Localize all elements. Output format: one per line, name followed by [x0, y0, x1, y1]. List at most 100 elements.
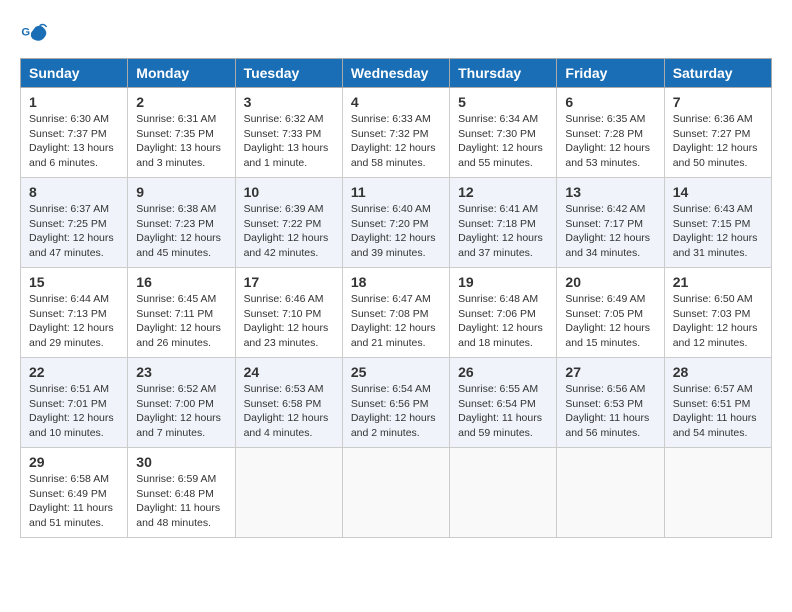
day-info: Sunrise: 6:52 AMSunset: 7:00 PMDaylight:… — [136, 382, 226, 441]
calendar-cell: 21 Sunrise: 6:50 AMSunset: 7:03 PMDayligh… — [664, 268, 771, 358]
calendar-cell: 15 Sunrise: 6:44 AMSunset: 7:13 PMDayligh… — [21, 268, 128, 358]
logo: G — [20, 20, 52, 48]
calendar-cell: 20Sunrise: 6:49 AMSunset: 7:05 PMDayligh… — [557, 268, 664, 358]
day-number: 16 — [136, 274, 226, 290]
calendar-cell: 24 Sunrise: 6:53 AMSunset: 6:58 PMDayligh… — [235, 358, 342, 448]
day-info: Sunrise: 6:31 AMSunset: 7:35 PMDaylight:… — [136, 112, 226, 171]
calendar-cell: 18Sunrise: 6:47 AMSunset: 7:08 PMDayligh… — [342, 268, 449, 358]
calendar-cell: 9 Sunrise: 6:38 AMSunset: 7:23 PMDaylight… — [128, 178, 235, 268]
calendar-cell: 14Sunrise: 6:43 AMSunset: 7:15 PMDayligh… — [664, 178, 771, 268]
col-header-tuesday: Tuesday — [235, 59, 342, 88]
calendar-cell: 10 Sunrise: 6:39 AMSunset: 7:22 PMDayligh… — [235, 178, 342, 268]
day-info: Sunrise: 6:53 AMSunset: 6:58 PMDaylight:… — [244, 382, 334, 441]
calendar-cell: 4 Sunrise: 6:33 AMSunset: 7:32 PMDaylight… — [342, 88, 449, 178]
day-info: Sunrise: 6:38 AMSunset: 7:23 PMDaylight:… — [136, 202, 226, 261]
calendar-cell — [342, 448, 449, 538]
calendar-cell: 1 Sunrise: 6:30 AMSunset: 7:37 PMDaylight… — [21, 88, 128, 178]
day-number: 3 — [244, 94, 334, 110]
day-info: Sunrise: 6:45 AMSunset: 7:11 PMDaylight:… — [136, 292, 226, 351]
col-header-wednesday: Wednesday — [342, 59, 449, 88]
day-info: Sunrise: 6:44 AMSunset: 7:13 PMDaylight:… — [29, 292, 119, 351]
day-info: Sunrise: 6:49 AMSunset: 7:05 PMDaylight:… — [565, 292, 655, 351]
calendar-cell: 17 Sunrise: 6:46 AMSunset: 7:10 PMDayligh… — [235, 268, 342, 358]
day-number: 15 — [29, 274, 119, 290]
day-info: Sunrise: 6:59 AMSunset: 6:48 PMDaylight:… — [136, 472, 226, 531]
calendar-cell: 30 Sunrise: 6:59 AMSunset: 6:48 PMDayligh… — [128, 448, 235, 538]
day-info: Sunrise: 6:32 AMSunset: 7:33 PMDaylight:… — [244, 112, 334, 171]
calendar-week-4: 22 Sunrise: 6:51 AMSunset: 7:01 PMDayligh… — [21, 358, 772, 448]
day-number: 13 — [565, 184, 655, 200]
calendar-cell: 29 Sunrise: 6:58 AMSunset: 6:49 PMDayligh… — [21, 448, 128, 538]
day-number: 21 — [673, 274, 763, 290]
day-number: 27 — [565, 364, 655, 380]
calendar-cell: 26 Sunrise: 6:55 AMSunset: 6:54 PMDayligh… — [450, 358, 557, 448]
calendar-header-row: SundayMondayTuesdayWednesdayThursdayFrid… — [21, 59, 772, 88]
calendar-cell: 3 Sunrise: 6:32 AMSunset: 7:33 PMDaylight… — [235, 88, 342, 178]
day-number: 22 — [29, 364, 119, 380]
calendar-cell: 19Sunrise: 6:48 AMSunset: 7:06 PMDayligh… — [450, 268, 557, 358]
day-info: Sunrise: 6:58 AMSunset: 6:49 PMDaylight:… — [29, 472, 119, 531]
day-info: Sunrise: 6:39 AMSunset: 7:22 PMDaylight:… — [244, 202, 334, 261]
day-info: Sunrise: 6:34 AMSunset: 7:30 PMDaylight:… — [458, 112, 548, 171]
calendar-table: SundayMondayTuesdayWednesdayThursdayFrid… — [20, 58, 772, 538]
calendar-cell — [450, 448, 557, 538]
calendar-week-5: 29 Sunrise: 6:58 AMSunset: 6:49 PMDayligh… — [21, 448, 772, 538]
calendar-cell: 5 Sunrise: 6:34 AMSunset: 7:30 PMDaylight… — [450, 88, 557, 178]
day-number: 11 — [351, 184, 441, 200]
day-number: 10 — [244, 184, 334, 200]
calendar-week-2: 8Sunrise: 6:37 AMSunset: 7:25 PMDaylight… — [21, 178, 772, 268]
day-number: 29 — [29, 454, 119, 470]
col-header-thursday: Thursday — [450, 59, 557, 88]
day-number: 4 — [351, 94, 441, 110]
calendar-cell: 2 Sunrise: 6:31 AMSunset: 7:35 PMDaylight… — [128, 88, 235, 178]
calendar-cell — [664, 448, 771, 538]
calendar-cell: 28Sunrise: 6:57 AMSunset: 6:51 PMDayligh… — [664, 358, 771, 448]
calendar-week-3: 15 Sunrise: 6:44 AMSunset: 7:13 PMDayligh… — [21, 268, 772, 358]
day-number: 5 — [458, 94, 548, 110]
day-info: Sunrise: 6:50 AMSunset: 7:03 PMDaylight:… — [673, 292, 763, 351]
col-header-sunday: Sunday — [21, 59, 128, 88]
page-header: G — [20, 20, 772, 48]
day-number: 30 — [136, 454, 226, 470]
calendar-cell: 25 Sunrise: 6:54 AMSunset: 6:56 PMDayligh… — [342, 358, 449, 448]
day-info: Sunrise: 6:40 AMSunset: 7:20 PMDaylight:… — [351, 202, 441, 261]
day-info: Sunrise: 6:54 AMSunset: 6:56 PMDaylight:… — [351, 382, 441, 441]
calendar-cell — [235, 448, 342, 538]
day-number: 9 — [136, 184, 226, 200]
calendar-cell: 13 Sunrise: 6:42 AMSunset: 7:17 PMDayligh… — [557, 178, 664, 268]
calendar-cell: 8Sunrise: 6:37 AMSunset: 7:25 PMDaylight… — [21, 178, 128, 268]
calendar-cell: 12Sunrise: 6:41 AMSunset: 7:18 PMDayligh… — [450, 178, 557, 268]
day-number: 2 — [136, 94, 226, 110]
day-number: 14 — [673, 184, 763, 200]
day-info: Sunrise: 6:37 AMSunset: 7:25 PMDaylight:… — [29, 202, 119, 261]
calendar-cell: 22 Sunrise: 6:51 AMSunset: 7:01 PMDayligh… — [21, 358, 128, 448]
col-header-saturday: Saturday — [664, 59, 771, 88]
day-number: 26 — [458, 364, 548, 380]
calendar-cell: 27 Sunrise: 6:56 AMSunset: 6:53 PMDayligh… — [557, 358, 664, 448]
calendar-cell: 6Sunrise: 6:35 AMSunset: 7:28 PMDaylight… — [557, 88, 664, 178]
day-info: Sunrise: 6:56 AMSunset: 6:53 PMDaylight:… — [565, 382, 655, 441]
day-number: 28 — [673, 364, 763, 380]
col-header-monday: Monday — [128, 59, 235, 88]
calendar-week-1: 1 Sunrise: 6:30 AMSunset: 7:37 PMDaylight… — [21, 88, 772, 178]
day-number: 1 — [29, 94, 119, 110]
calendar-cell: 16 Sunrise: 6:45 AMSunset: 7:11 PMDayligh… — [128, 268, 235, 358]
day-number: 19 — [458, 274, 548, 290]
day-info: Sunrise: 6:35 AMSunset: 7:28 PMDaylight:… — [565, 112, 655, 171]
day-info: Sunrise: 6:30 AMSunset: 7:37 PMDaylight:… — [29, 112, 119, 171]
day-number: 18 — [351, 274, 441, 290]
day-info: Sunrise: 6:33 AMSunset: 7:32 PMDaylight:… — [351, 112, 441, 171]
logo-icon: G — [20, 20, 48, 48]
day-info: Sunrise: 6:55 AMSunset: 6:54 PMDaylight:… — [458, 382, 548, 441]
calendar-cell: 7 Sunrise: 6:36 AMSunset: 7:27 PMDaylight… — [664, 88, 771, 178]
day-info: Sunrise: 6:36 AMSunset: 7:27 PMDaylight:… — [673, 112, 763, 171]
day-number: 24 — [244, 364, 334, 380]
day-info: Sunrise: 6:46 AMSunset: 7:10 PMDaylight:… — [244, 292, 334, 351]
day-number: 17 — [244, 274, 334, 290]
svg-text:G: G — [21, 26, 30, 38]
day-number: 25 — [351, 364, 441, 380]
col-header-friday: Friday — [557, 59, 664, 88]
day-info: Sunrise: 6:42 AMSunset: 7:17 PMDaylight:… — [565, 202, 655, 261]
day-info: Sunrise: 6:51 AMSunset: 7:01 PMDaylight:… — [29, 382, 119, 441]
day-number: 7 — [673, 94, 763, 110]
